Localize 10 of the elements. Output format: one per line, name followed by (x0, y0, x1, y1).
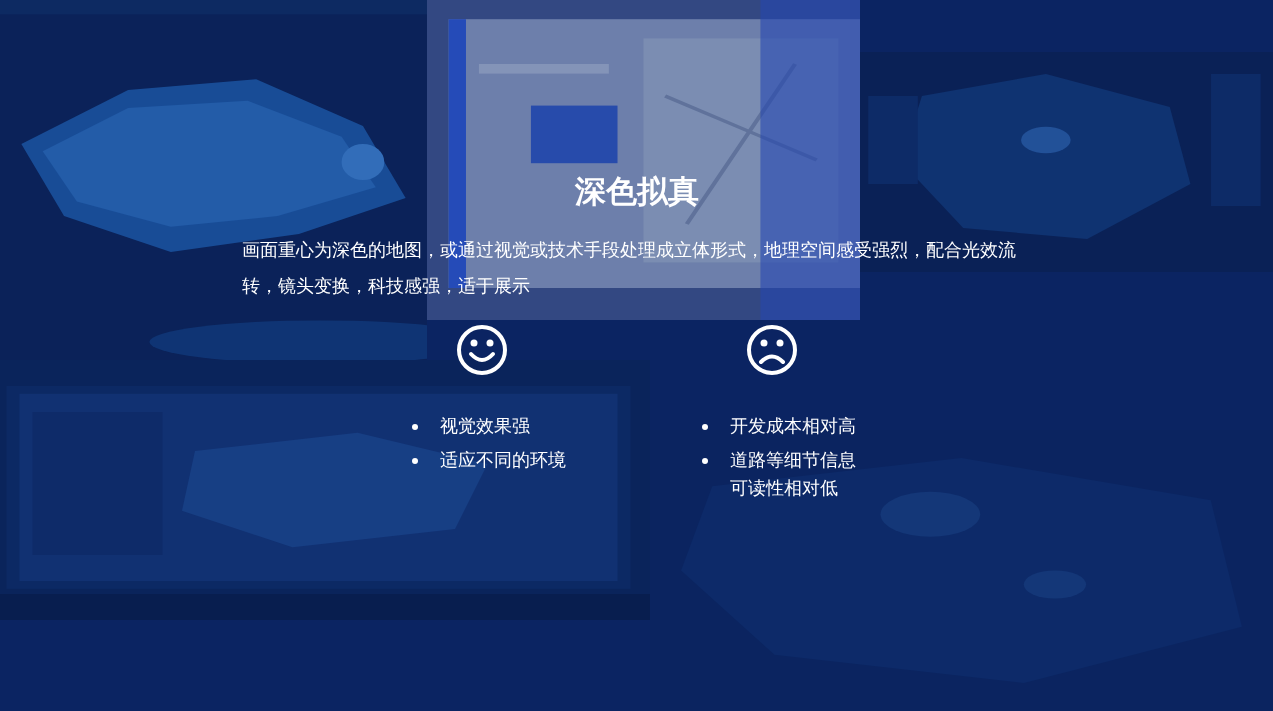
list-item: 道路等细节信息可读性相对低 (729, 448, 857, 500)
frown-icon (745, 324, 798, 376)
bullet-icon (701, 458, 708, 464)
list-item: 开发成本相对高 (729, 414, 857, 438)
bullet-icon (411, 424, 418, 430)
smiley-icon (455, 324, 508, 376)
bullet-icon (411, 458, 418, 464)
bullet-icon (701, 424, 708, 430)
list-item: 视觉效果强 (439, 414, 531, 438)
list-item: 适应不同的环境 (439, 448, 567, 472)
